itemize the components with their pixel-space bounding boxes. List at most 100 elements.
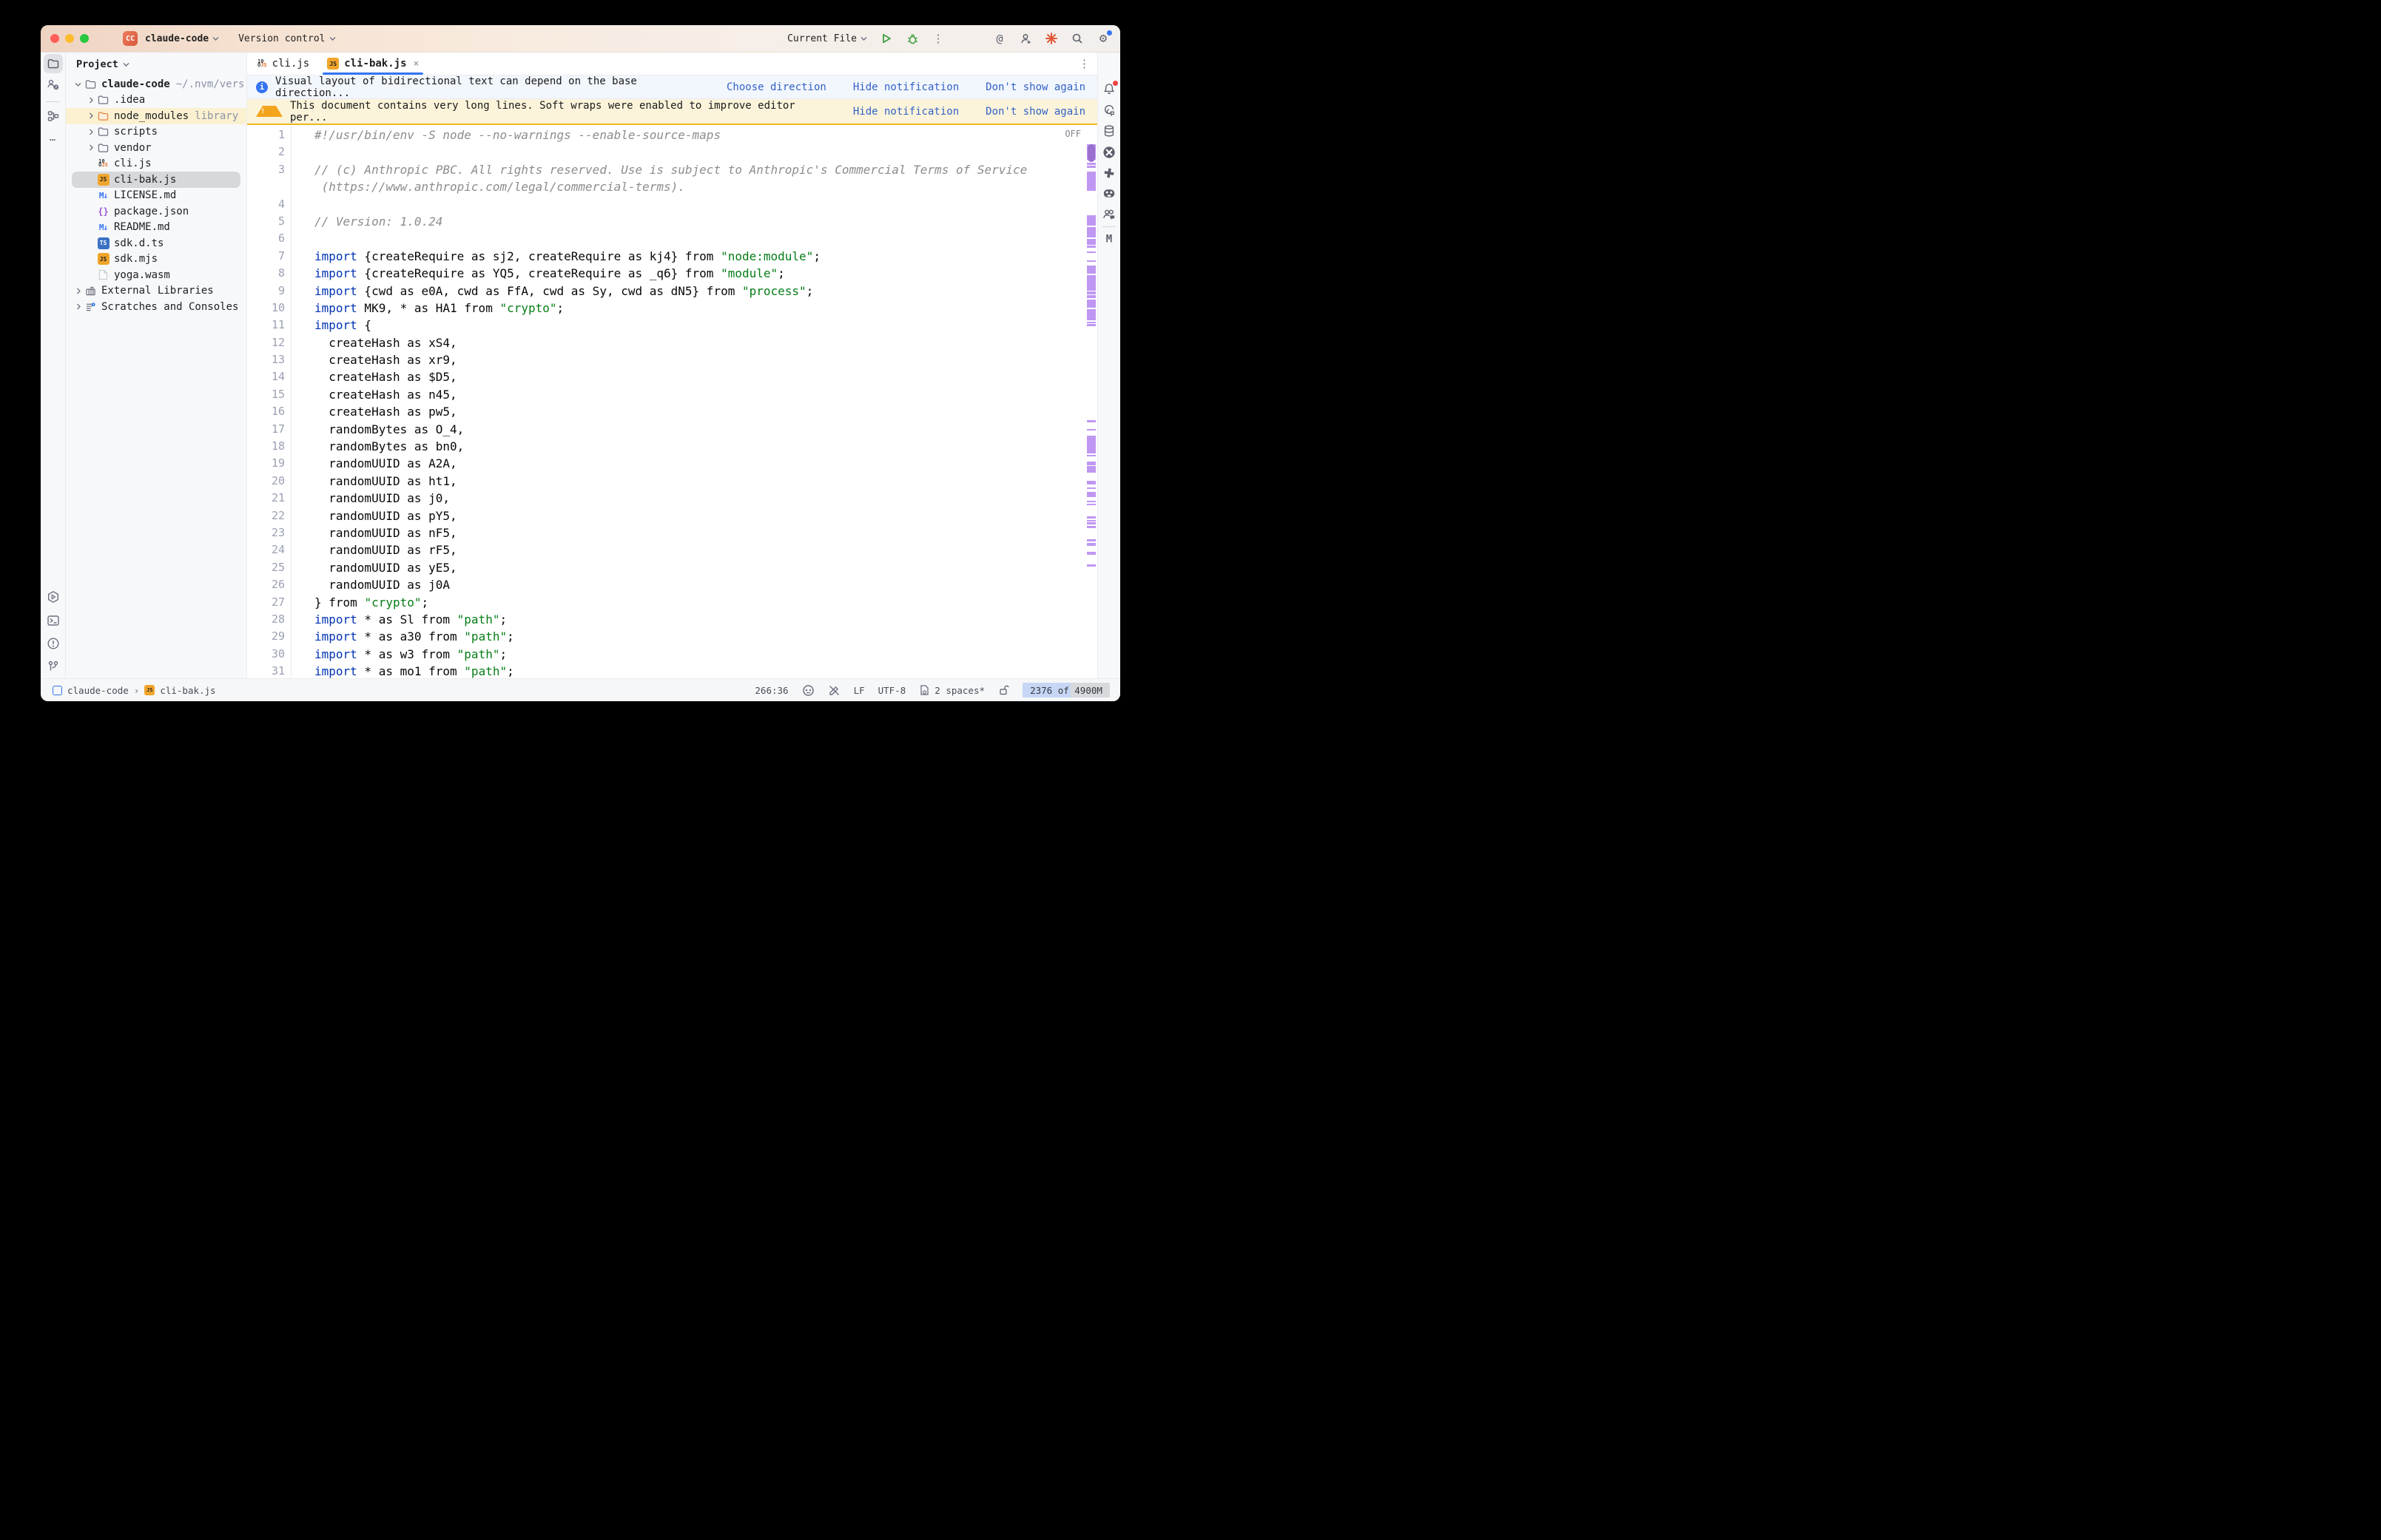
vcs-change-marker[interactable] — [1087, 455, 1096, 456]
vcs-change-marker[interactable] — [1087, 552, 1096, 555]
line-number[interactable]: 24 — [247, 541, 292, 558]
line-number[interactable]: 25 — [247, 559, 292, 576]
vcs-change-marker[interactable] — [1087, 275, 1096, 291]
tab-cli-js[interactable]: 10OJS cli.js — [250, 53, 317, 75]
vcs-change-marker[interactable] — [1087, 215, 1096, 226]
code-line[interactable]: 2 — [247, 143, 1086, 161]
dependencies-icon[interactable] — [1102, 166, 1116, 183]
code-line[interactable]: 14 createHash as $D5, — [247, 368, 1086, 385]
line-number[interactable]: 11 — [247, 317, 292, 334]
line-number[interactable] — [247, 178, 292, 195]
line-number[interactable]: 17 — [247, 421, 292, 438]
tree-item-yoga-wasm[interactable]: yoga.wasm — [66, 267, 246, 283]
code-text[interactable] — [292, 230, 314, 247]
code-text[interactable]: } from "crypto"; — [292, 594, 428, 611]
encoding-indicator[interactable]: UTF-8 — [878, 685, 906, 696]
vcs-change-marker[interactable] — [1087, 172, 1096, 191]
vcs-change-marker[interactable] — [1087, 487, 1096, 489]
run-configuration-selector[interactable]: Current File — [787, 33, 867, 44]
line-ending-indicator[interactable]: LF — [854, 685, 865, 696]
close-window-button[interactable] — [50, 34, 59, 43]
tree-item-sdk-d-ts[interactable]: TSsdk.d.ts — [66, 235, 246, 251]
close-tab-icon[interactable]: × — [414, 58, 420, 70]
chevron-right-icon[interactable] — [72, 303, 84, 310]
line-number[interactable]: 12 — [247, 334, 292, 351]
code-line[interactable]: 9import {cwd as e0A, cwd as FfA, cwd as … — [247, 283, 1086, 300]
line-number[interactable]: 27 — [247, 594, 292, 611]
code-line[interactable]: 8import {createRequire as YQ5, createReq… — [247, 265, 1086, 282]
code-line[interactable]: 27} from "crypto"; — [247, 594, 1086, 611]
line-number[interactable]: 3 — [247, 161, 292, 178]
code-text[interactable]: createHash as $D5, — [292, 368, 457, 385]
scrollbar-error-stripe[interactable] — [1086, 125, 1097, 678]
more-toolwindows-icon[interactable]: ⋯ — [50, 132, 56, 146]
code-area[interactable]: 1#!/usr/bin/env -S node --no-warnings --… — [247, 126, 1086, 678]
m-plugin-icon[interactable]: M — [1106, 232, 1112, 246]
tree-item-scripts[interactable]: scripts — [66, 124, 246, 141]
code-line[interactable]: 29import * as a30 from "path"; — [247, 628, 1086, 645]
line-number[interactable]: 1 — [247, 126, 292, 143]
line-number[interactable]: 7 — [247, 248, 292, 265]
run-icon[interactable] — [880, 32, 893, 45]
line-number[interactable]: 28 — [247, 611, 292, 628]
code-text[interactable]: randomUUID as j0A — [292, 576, 450, 593]
line-number[interactable]: 31 — [247, 663, 292, 678]
code-line[interactable]: 13 createHash as xr9, — [247, 351, 1086, 368]
hide-notification-link[interactable]: Hide notification — [853, 81, 959, 93]
vcs-change-marker[interactable] — [1087, 516, 1096, 519]
more-icon[interactable]: ⋮ — [932, 32, 945, 45]
code-text[interactable]: randomUUID as nF5, — [292, 524, 457, 541]
hide-notification-link[interactable]: Hide notification — [853, 106, 959, 118]
line-number[interactable]: 5 — [247, 213, 292, 230]
code-text[interactable]: createHash as xS4, — [292, 334, 457, 351]
code-line[interactable]: 20 randomUUID as ht1, — [247, 473, 1086, 490]
code-line[interactable]: 1#!/usr/bin/env -S node --no-warnings --… — [247, 126, 1086, 143]
code-text[interactable]: randomUUID as A2A, — [292, 455, 457, 472]
code-text[interactable]: randomUUID as j0, — [292, 490, 450, 507]
code-line[interactable]: 23 randomUUID as nF5, — [247, 524, 1086, 541]
zoom-window-button[interactable] — [80, 34, 89, 43]
line-number[interactable]: 6 — [247, 230, 292, 247]
search-icon[interactable] — [1071, 32, 1084, 45]
code-text[interactable]: createHash as xr9, — [292, 351, 457, 368]
code-text[interactable]: createHash as n45, — [292, 386, 457, 403]
tab-cli-bak-js[interactable]: JS cli-bak.js × — [320, 53, 426, 75]
code-line[interactable]: 28import * as Sl from "path"; — [247, 611, 1086, 628]
code-text[interactable]: (https://www.anthropic.com/legal/commerc… — [292, 178, 685, 195]
code-text[interactable]: import {createRequire as sj2, createRequ… — [292, 248, 821, 265]
code-line[interactable]: 12 createHash as xS4, — [247, 334, 1086, 351]
code-text[interactable]: randomUUID as rF5, — [292, 541, 457, 558]
vcs-change-marker[interactable] — [1087, 251, 1096, 253]
code-line[interactable]: 25 randomUUID as yE5, — [247, 559, 1086, 576]
minimize-window-button[interactable] — [65, 34, 74, 43]
mention-icon[interactable]: @ — [993, 32, 1006, 45]
chevron-right-icon[interactable] — [84, 144, 97, 151]
vcs-change-marker[interactable] — [1087, 526, 1096, 528]
settings-icon[interactable]: ⚙ — [1097, 32, 1110, 45]
line-number[interactable]: 22 — [247, 507, 292, 524]
code-line[interactable]: 7import {createRequire as sj2, createReq… — [247, 248, 1086, 265]
caret-position[interactable]: 266:36 — [755, 685, 788, 696]
tree-item-vendor[interactable]: vendor — [66, 140, 246, 156]
problems-icon[interactable] — [47, 638, 59, 653]
code-line[interactable]: 11import { — [247, 317, 1086, 334]
vcs-change-marker[interactable] — [1087, 324, 1096, 326]
no-inspection-icon[interactable] — [828, 684, 841, 697]
line-number[interactable]: 10 — [247, 300, 292, 317]
ai-assistant-icon[interactable] — [1102, 104, 1116, 120]
code-text[interactable]: import {createRequire as YQ5, createRequ… — [292, 265, 785, 282]
chevron-right-icon[interactable] — [84, 97, 97, 104]
vcs-change-marker[interactable] — [1087, 239, 1096, 245]
code-editor[interactable]: 1#!/usr/bin/env -S node --no-warnings --… — [247, 125, 1097, 678]
dont-show-again-link[interactable]: Don't show again — [986, 106, 1085, 118]
code-text[interactable]: randomUUID as ht1, — [292, 473, 457, 490]
ai-spark-icon[interactable] — [1045, 32, 1058, 45]
vcs-change-marker[interactable] — [1087, 322, 1096, 323]
vcs-change-marker[interactable] — [1087, 564, 1096, 567]
line-number[interactable]: 20 — [247, 473, 292, 490]
git-branch-icon[interactable] — [47, 661, 59, 676]
vcs-change-marker[interactable] — [1087, 462, 1096, 465]
memory-indicator[interactable]: 2376 of 4900M — [1023, 683, 1110, 698]
line-number[interactable]: 19 — [247, 455, 292, 472]
code-line[interactable]: 18 randomBytes as bn0, — [247, 438, 1086, 455]
